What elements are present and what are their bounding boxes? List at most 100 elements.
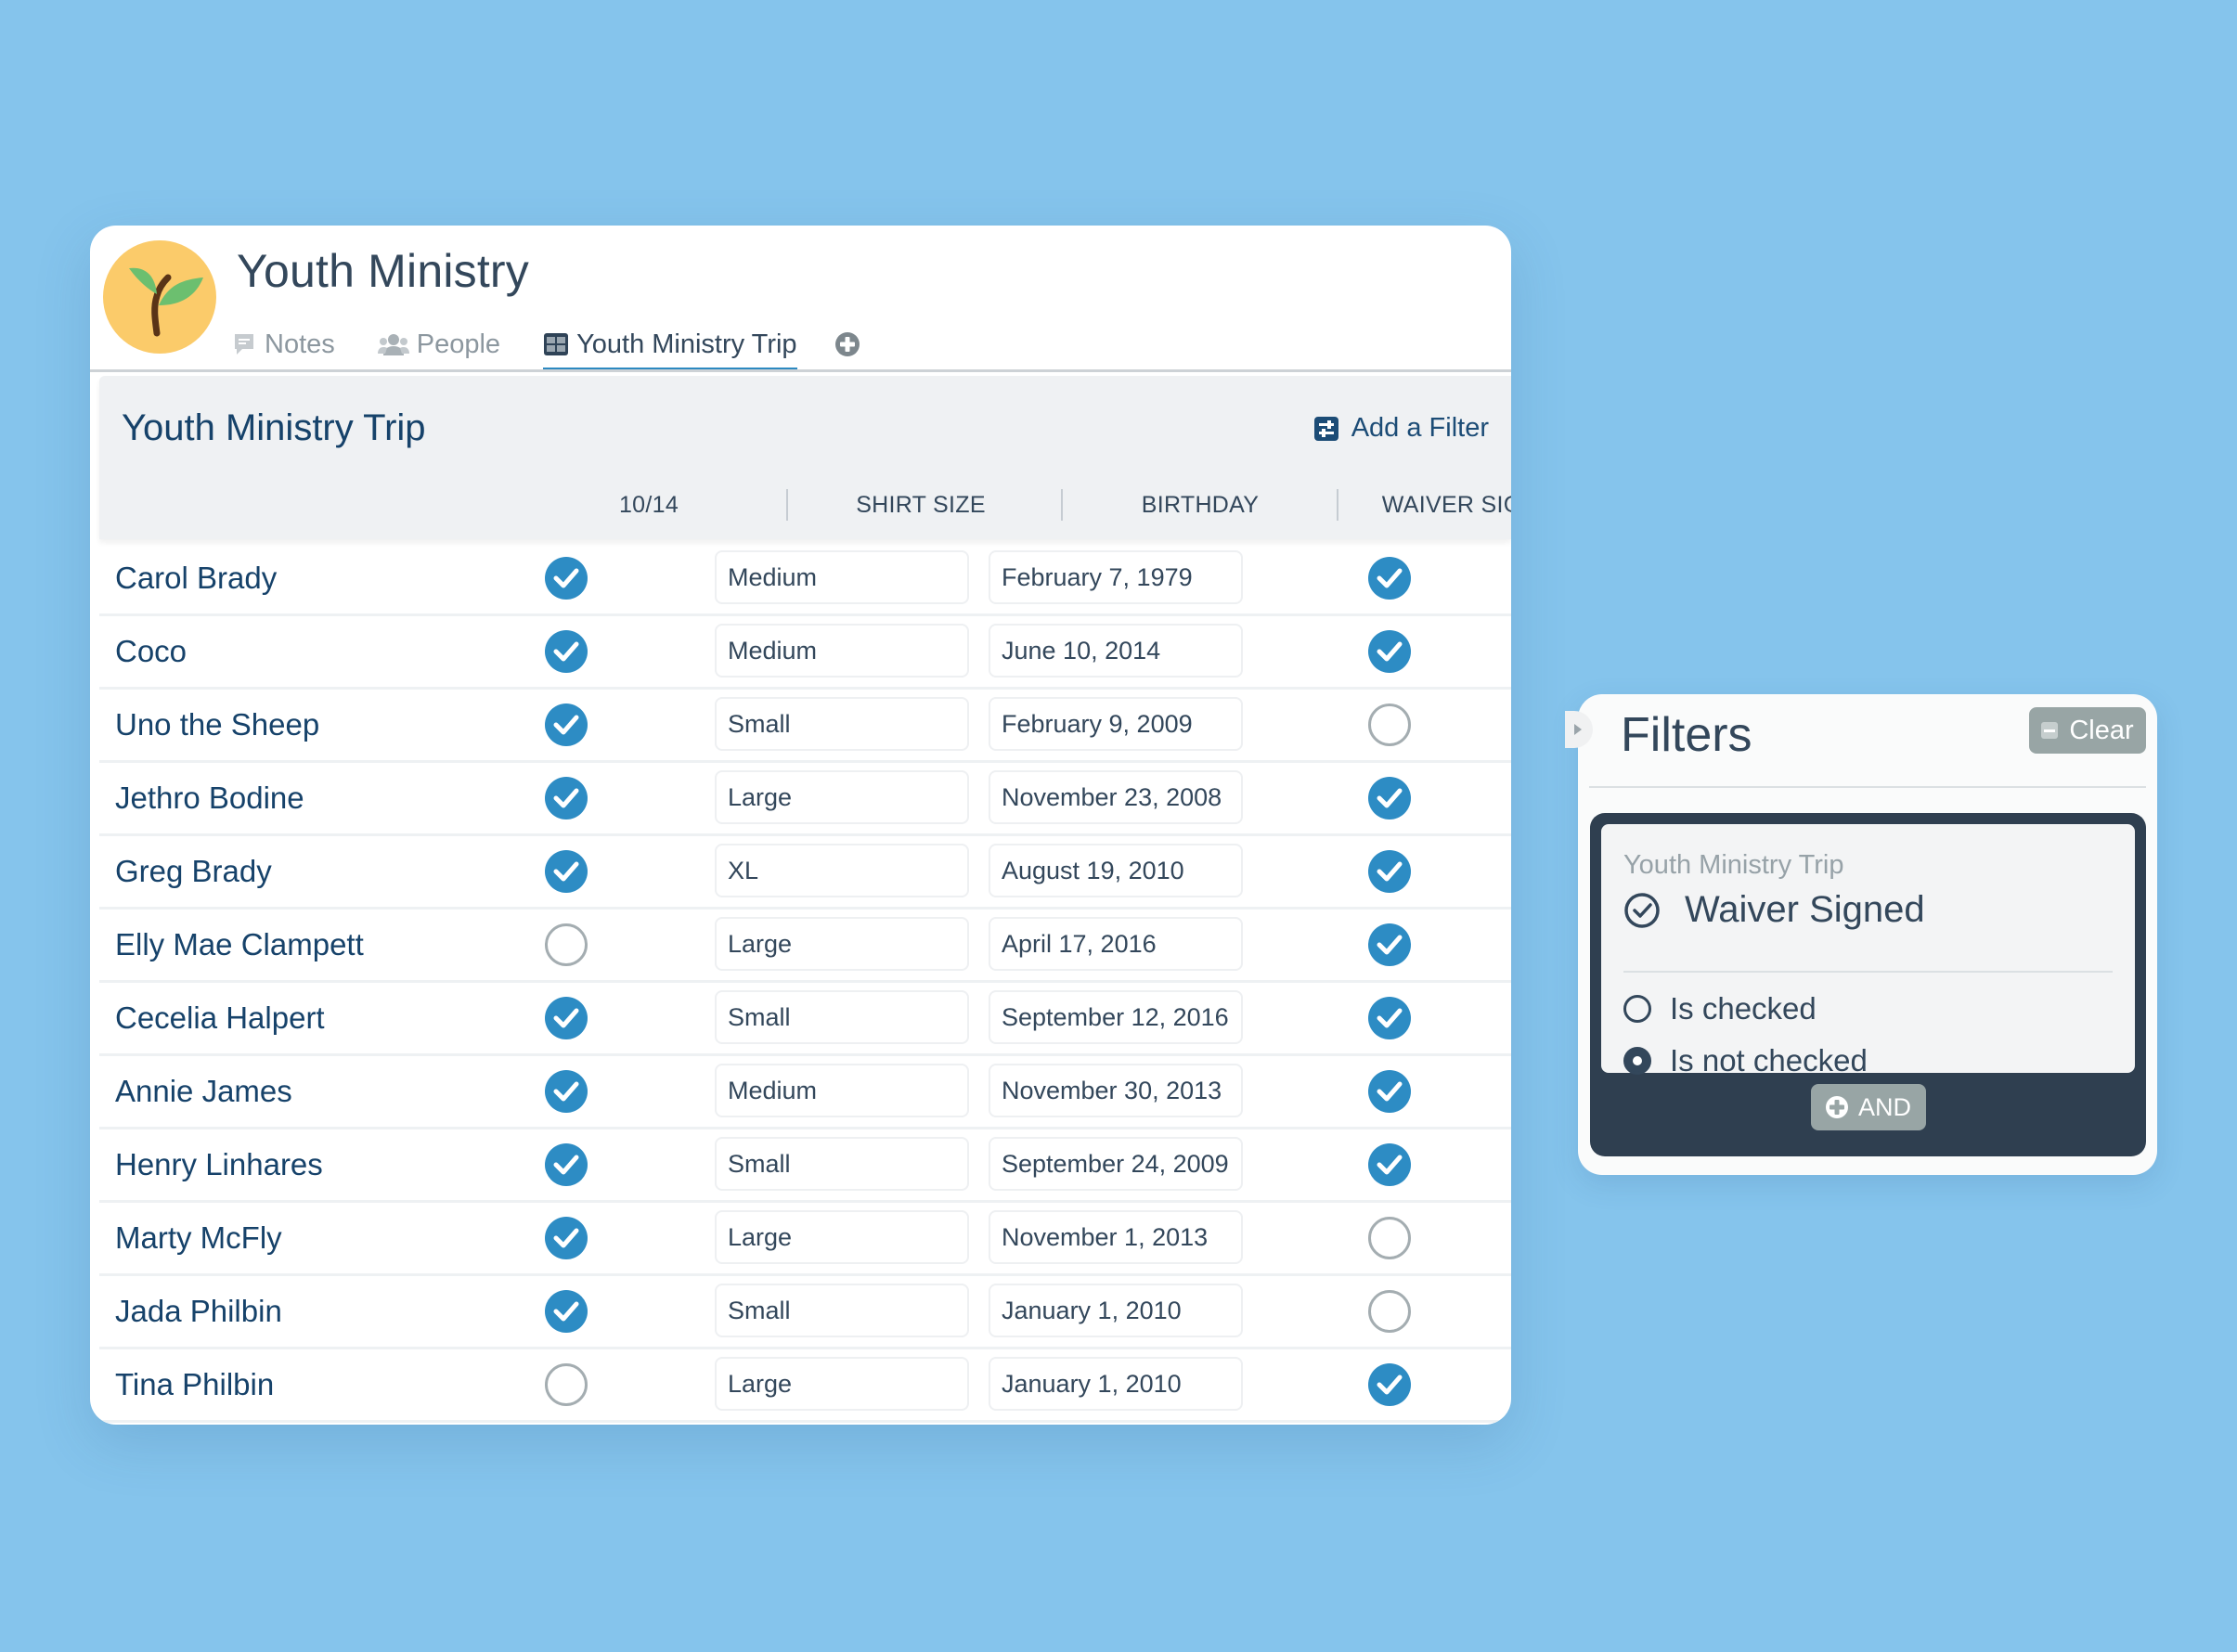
person-name[interactable]: Jada Philbin [115,1276,282,1347]
radio-button[interactable] [1623,1047,1651,1075]
tab-youth-ministry-trip[interactable]: Youth Ministry Trip [543,318,798,372]
person-name[interactable]: Elly Mae Clampett [115,910,364,980]
waiver-checkbox[interactable] [1368,1217,1411,1259]
table-icon [543,331,569,357]
table-row: Tina Philbin Large January 1, 2010 [99,1349,1511,1423]
table-row: Marty McFly Large November 1, 2013 [99,1203,1511,1276]
person-name[interactable]: Marty McFly [115,1203,282,1273]
attendance-checkbox[interactable] [545,703,588,746]
plus-circle-icon[interactable] [834,331,860,357]
option-label: Is checked [1670,991,1817,1026]
birthday-field[interactable]: January 1, 2010 [989,1357,1243,1411]
shirt-size-field[interactable]: Medium [715,1064,969,1117]
option-is-checked[interactable]: Is checked [1623,991,1817,1026]
person-name[interactable]: Coco [115,616,187,687]
birthday-field[interactable]: February 7, 1979 [989,550,1243,604]
shirt-size-field[interactable]: Small [715,1284,969,1337]
birthday-field[interactable]: April 17, 2016 [989,917,1243,971]
person-name[interactable]: Tina Philbin [115,1349,274,1420]
shirt-size-field[interactable]: Large [715,1357,969,1411]
sliders-icon [1313,416,1338,441]
add-and-condition-button[interactable]: AND [1810,1084,1926,1130]
person-name[interactable]: Carol Brady [115,543,277,613]
column-header-shirt-size[interactable]: SHIRT SIZE [795,487,1046,523]
birthday-field[interactable]: February 9, 2009 [989,697,1243,751]
waiver-checkbox[interactable] [1368,703,1411,746]
waiver-checkbox[interactable] [1368,630,1411,673]
option-is-not-checked[interactable]: Is not checked [1623,1043,1868,1078]
attendance-checkbox[interactable] [545,1143,588,1186]
birthday-field[interactable]: September 12, 2016 [989,990,1243,1044]
shirt-size-field[interactable]: Medium [715,624,969,678]
collapse-panel-button[interactable] [1565,711,1593,748]
birthday-field[interactable]: November 30, 2013 [989,1064,1243,1117]
table-row: Coco Medium June 10, 2014 [99,616,1511,690]
tab-label: Notes [265,329,335,359]
table-row: Cecelia Halpert Small September 12, 2016 [99,983,1511,1056]
shirt-size-field[interactable]: Large [715,1210,969,1264]
birthday-field[interactable]: September 24, 2009 [989,1137,1243,1191]
waiver-checkbox[interactable] [1368,923,1411,966]
waiver-checkbox[interactable] [1368,777,1411,820]
person-name[interactable]: Cecelia Halpert [115,983,325,1053]
shirt-size-field[interactable]: XL [715,844,969,897]
tab-divider [90,369,1511,372]
minus-icon [2041,722,2059,739]
list-card: Youth Ministry Notes People Youth Minist… [90,226,1511,1425]
column-header-waiver-signed[interactable]: WAIVER SIGNED [1346,487,1511,523]
waiver-checkbox[interactable] [1368,1290,1411,1333]
column-divider [786,489,788,521]
filter-field: Waiver Signed [1623,889,1925,931]
attendance-checkbox[interactable] [545,1290,588,1333]
birthday-field[interactable]: January 1, 2010 [989,1284,1243,1337]
column-header-birthday[interactable]: BIRTHDAY [1070,487,1330,523]
add-filter-button[interactable]: Add a Filter [1313,413,1489,444]
tab-people[interactable]: People [377,318,500,370]
radio-button[interactable] [1623,995,1651,1023]
shirt-size-field[interactable]: Large [715,770,969,824]
column-header-date[interactable]: 10/14 [547,487,751,523]
attendance-checkbox[interactable] [545,1363,588,1406]
table-body: Carol Brady Medium February 7, 1979 Coco Med… [99,543,1511,1423]
person-name[interactable]: Henry Linhares [115,1129,323,1200]
shirt-size-field[interactable]: Small [715,697,969,751]
waiver-checkbox[interactable] [1368,1070,1411,1113]
waiver-checkbox[interactable] [1368,557,1411,600]
attendance-checkbox[interactable] [545,1217,588,1259]
attendance-checkbox[interactable] [545,923,588,966]
attendance-checkbox[interactable] [545,997,588,1039]
waiver-checkbox[interactable] [1368,850,1411,893]
tab-notes[interactable]: Notes [231,318,335,370]
birthday-field[interactable]: June 10, 2014 [989,624,1243,678]
filter-group: Youth Ministry Trip Waiver Signed Is che… [1590,813,2146,1156]
filter-source: Youth Ministry Trip [1623,850,1844,880]
shirt-size-field[interactable]: Small [715,990,969,1044]
waiver-checkbox[interactable] [1368,997,1411,1039]
birthday-field[interactable]: November 23, 2008 [989,770,1243,824]
birthday-field[interactable]: August 19, 2010 [989,844,1243,897]
clear-filters-button[interactable]: Clear [2029,707,2146,754]
attendance-checkbox[interactable] [545,1070,588,1113]
column-divider [1061,489,1063,521]
person-name[interactable]: Jethro Bodine [115,763,304,833]
person-name[interactable]: Uno the Sheep [115,690,319,760]
waiver-checkbox[interactable] [1368,1363,1411,1406]
table-row: Henry Linhares Small September 24, 2009 [99,1129,1511,1203]
attendance-checkbox[interactable] [545,557,588,600]
attendance-checkbox[interactable] [545,777,588,820]
birthday-field[interactable]: November 1, 2013 [989,1210,1243,1264]
waiver-checkbox[interactable] [1368,1143,1411,1186]
shirt-size-field[interactable]: Large [715,917,969,971]
person-name[interactable]: Greg Brady [115,836,272,907]
attendance-checkbox[interactable] [545,630,588,673]
shirt-size-field[interactable]: Medium [715,550,969,604]
option-label: Is not checked [1670,1043,1868,1078]
person-name[interactable]: Annie James [115,1056,292,1127]
table-row: Uno the Sheep Small February 9, 2009 [99,690,1511,763]
attendance-checkbox[interactable] [545,850,588,893]
sprout-icon [103,240,216,354]
app-title: Youth Ministry [237,245,529,297]
shirt-size-field[interactable]: Small [715,1137,969,1191]
table-row: Elly Mae Clampett Large April 17, 2016 [99,910,1511,983]
table-header-section: Youth Ministry Trip Add a Filter 10/14 S… [99,376,1511,539]
